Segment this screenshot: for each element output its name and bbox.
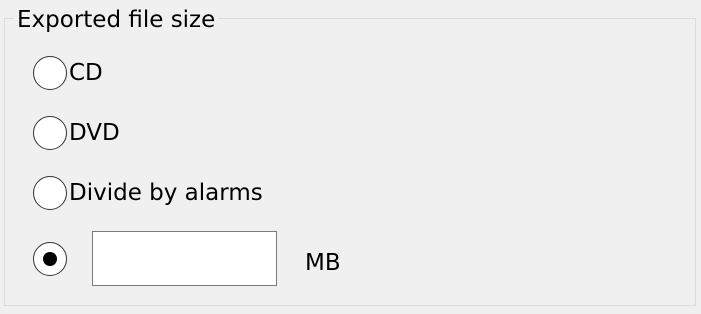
option-divide-by-alarms[interactable]: Divide by alarms — [33, 175, 263, 211]
cd-radio[interactable] — [33, 56, 67, 90]
custom-size-input[interactable] — [92, 231, 277, 286]
group-title: Exported file size — [14, 3, 219, 37]
divide-by-alarms-radio[interactable] — [33, 176, 67, 210]
unit-label: MB — [305, 250, 341, 276]
option-custom-size[interactable] — [33, 241, 67, 277]
export-size-panel: Exported file size CD DVD Divide by alar… — [0, 0, 701, 314]
dvd-radio[interactable] — [33, 116, 67, 150]
cd-label[interactable]: CD — [69, 56, 103, 90]
dvd-label[interactable]: DVD — [69, 116, 120, 150]
option-cd[interactable]: CD — [33, 55, 103, 91]
divide-by-alarms-label[interactable]: Divide by alarms — [69, 176, 263, 210]
custom-size-radio[interactable] — [33, 242, 67, 276]
option-dvd[interactable]: DVD — [33, 115, 120, 151]
